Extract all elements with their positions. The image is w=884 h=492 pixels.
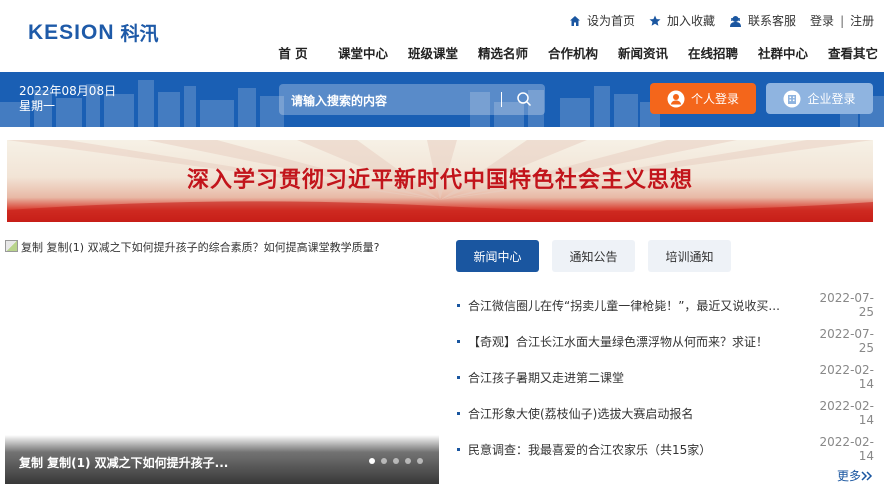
tab-news-center[interactable]: 新闻中心 [456, 240, 539, 272]
auth-links: 登录 | 注册 [810, 12, 874, 29]
search-icon[interactable] [516, 91, 532, 107]
customer-service-icon [730, 15, 742, 27]
tab-training-notices[interactable]: 培训通知 [648, 240, 731, 272]
nav-item-more[interactable]: 查看其它 [818, 43, 884, 62]
list-item[interactable]: 合江形象大使(荔枝仙子)选拔大赛启动报名 2022-02-14 [456, 395, 874, 431]
login-link[interactable]: 登录 [810, 12, 834, 29]
add-favorite-label: 加入收藏 [667, 14, 716, 28]
news-tabs: 新闻中心 通知公告 培训通知 [456, 240, 744, 272]
slide-image-broken[interactable]: 复制 复制(1) 双减之下如何提升孩子的综合素质？如何提高课堂教学质量? [5, 239, 379, 255]
news-date: 2022-07-25 [819, 327, 874, 355]
news-list: 合江微信圈儿在传“拐卖儿童一律枪毙！”，最近又说收买... 2022-07-25… [456, 287, 874, 467]
slide-image-alt-text: 复制 复制(1) 双减之下如何提升孩子的综合素质？如何提高课堂教学质量? [21, 241, 380, 254]
bullet-icon [457, 375, 460, 379]
tab-announcements[interactable]: 通知公告 [552, 240, 635, 272]
nav-item-home[interactable]: 首 页 [258, 43, 328, 62]
list-item[interactable]: 合江孩子暑期又走进第二课堂 2022-02-14 [456, 359, 874, 395]
nav-item-news[interactable]: 新闻资讯 [608, 43, 678, 62]
nav-item-course-center[interactable]: 课堂中心 [328, 43, 398, 62]
slider-dot-3[interactable] [393, 458, 399, 464]
site-header: KESION 科汛 设为首页 加入收藏 联系客服 登录 | 注册 首 页 课堂中… [0, 0, 884, 72]
news-title[interactable]: 【奇观】合江长江水面大量绿色漂浮物从何而来？求证！ [468, 333, 810, 350]
news-date: 2022-07-25 [819, 291, 874, 319]
list-item[interactable]: 合江微信圈儿在传“拐卖儿童一律枪毙！”，最近又说收买... 2022-07-25 [456, 287, 874, 323]
news-date: 2022-02-14 [819, 399, 874, 427]
double-chevron-right-icon [861, 470, 873, 481]
news-title[interactable]: 合江形象大使(荔枝仙子)选拔大赛启动报名 [468, 405, 810, 422]
personal-login-button[interactable]: 个人登录 [650, 83, 756, 114]
nav-item-class[interactable]: 班级课堂 [398, 43, 468, 62]
logo-text-cn: 科汛 [120, 23, 159, 45]
nav-item-jobs[interactable]: 在线招聘 [678, 43, 748, 62]
top-links: 设为首页 加入收藏 联系客服 登录 | 注册 [569, 12, 874, 29]
search-placeholder: 请输入搜索的内容 [291, 94, 388, 108]
company-login-label: 企业登录 [807, 92, 856, 106]
news-date: 2022-02-14 [819, 435, 874, 463]
current-date: 2022年08月08日 星期一 [19, 84, 116, 114]
news-title[interactable]: 民意调查：我最喜爱的合江农家乐（共15家） [468, 441, 810, 458]
set-homepage-label: 设为首页 [587, 14, 636, 28]
main-nav: 首 页 课堂中心 班级课堂 精选名师 合作机构 新闻资讯 在线招聘 社群中心 查… [258, 43, 884, 62]
nav-item-teachers[interactable]: 精选名师 [468, 43, 538, 62]
logo-text-en: KESION [28, 20, 115, 44]
news-title[interactable]: 合江微信圈儿在传“拐卖儿童一律枪毙！”，最近又说收买... [468, 297, 810, 314]
slogan-banner[interactable]: 深入学习贯彻习近平新时代中国特色社会主义思想 [7, 140, 873, 222]
register-link[interactable]: 注册 [850, 12, 874, 29]
list-item[interactable]: 民意调查：我最喜爱的合江农家乐（共15家） 2022-02-14 [456, 431, 874, 467]
news-title[interactable]: 合江孩子暑期又走进第二课堂 [468, 369, 810, 386]
list-item[interactable]: 【奇观】合江长江水面大量绿色漂浮物从何而来？求证！ 2022-07-25 [456, 323, 874, 359]
broken-image-icon [5, 240, 18, 252]
search-bar-strip: 2022年08月08日 星期一 请输入搜索的内容 个人登录 企业登录 [0, 72, 884, 127]
slider-dot-5[interactable] [417, 458, 423, 464]
nav-item-partners[interactable]: 合作机构 [538, 43, 608, 62]
contact-service-link[interactable]: 联系客服 [729, 12, 796, 29]
slider-pagination [369, 458, 429, 464]
featured-slider[interactable]: 复制 复制(1) 双减之下如何提升孩子的综合素质？如何提高课堂教学质量? 复制 … [5, 239, 439, 484]
slider-dot-4[interactable] [405, 458, 411, 464]
contact-service-label: 联系客服 [748, 14, 797, 28]
search-divider [501, 92, 502, 107]
bullet-icon [457, 339, 460, 343]
nav-item-community[interactable]: 社群中心 [748, 43, 818, 62]
more-news-label: 更多 [837, 469, 862, 483]
weekday-text: 星期一 [19, 99, 56, 113]
bullet-icon [457, 411, 460, 415]
slider-dot-2[interactable] [381, 458, 387, 464]
site-logo[interactable]: KESION 科汛 [28, 19, 159, 46]
auth-separator: | [840, 13, 845, 28]
slider-dot-1[interactable] [369, 458, 375, 464]
company-login-button[interactable]: 企业登录 [766, 83, 873, 114]
add-favorite-link[interactable]: 加入收藏 [649, 12, 715, 29]
slide-caption-text: 复制 复制(1) 双减之下如何提升孩子... [19, 456, 229, 470]
date-text: 2022年08月08日 [19, 84, 117, 98]
search-input[interactable]: 请输入搜索的内容 [279, 84, 545, 115]
user-icon [667, 90, 685, 107]
more-news-link[interactable]: 更多 [837, 467, 873, 484]
star-icon [649, 15, 661, 26]
banner-slogan: 深入学习贯彻习近平新时代中国特色社会主义思想 [186, 167, 693, 193]
bullet-icon [457, 447, 460, 451]
set-homepage-link[interactable]: 设为首页 [569, 12, 635, 29]
personal-login-label: 个人登录 [690, 92, 739, 106]
slide-caption-bar[interactable]: 复制 复制(1) 双减之下如何提升孩子... [5, 435, 439, 484]
bullet-icon [457, 303, 460, 307]
news-date: 2022-02-14 [819, 363, 874, 391]
building-icon [783, 90, 801, 107]
home-icon [570, 15, 580, 26]
